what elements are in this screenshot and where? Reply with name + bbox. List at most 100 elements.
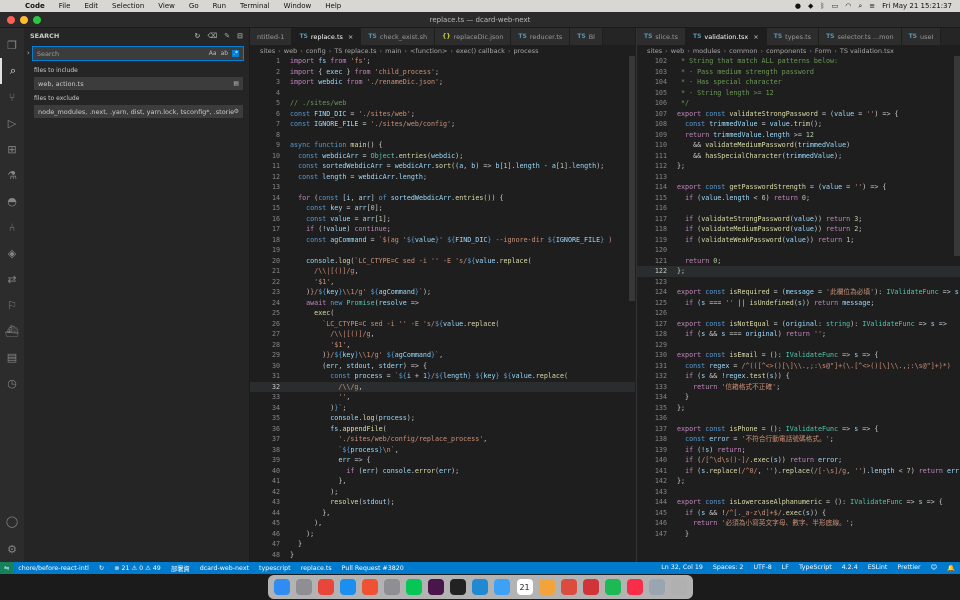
breadcrumb-item[interactable]: sites: [647, 47, 662, 55]
todoist-icon[interactable]: [560, 579, 577, 595]
match-case-icon[interactable]: Aa: [209, 50, 217, 57]
minimize-window-button[interactable]: [20, 16, 28, 24]
eslint-status[interactable]: ESLint: [863, 564, 893, 572]
left-tab[interactable]: TS reducer.ts: [511, 28, 571, 45]
gitlens-icon[interactable]: ◈: [0, 240, 24, 266]
photos-icon[interactable]: [538, 579, 555, 595]
right-tab[interactable]: TS slice.ts: [637, 28, 686, 45]
breadcrumb-item[interactable]: web: [284, 47, 297, 55]
wifi-icon[interactable]: ◠: [845, 2, 851, 10]
calendar-icon[interactable]: 21: [516, 579, 533, 595]
code-editor-right[interactable]: 102 * String that match ALL patterns bel…: [637, 56, 960, 562]
regex-icon[interactable]: .*: [232, 50, 239, 57]
open-editors-only-icon[interactable]: ▤: [233, 80, 239, 87]
run-debug-icon[interactable]: ▷: [0, 110, 24, 136]
code-editor-left[interactable]: 1 import fs from 'fs'; 2 import { exec } fr…: [250, 56, 635, 562]
battery-icon[interactable]: ▭: [832, 2, 839, 10]
ts-version[interactable]: 4.2.4: [837, 564, 863, 572]
notes-icon[interactable]: [384, 579, 401, 595]
sync-icon[interactable]: ↻: [94, 565, 109, 572]
menu-help[interactable]: Help: [318, 2, 348, 10]
match-word-icon[interactable]: ab: [221, 50, 229, 57]
remote-icon[interactable]: ◓: [0, 188, 24, 214]
deploy-status[interactable]: 部署資: [166, 564, 195, 573]
breadcrumb-item[interactable]: TS validation.tsx: [840, 47, 894, 55]
close-window-button[interactable]: [7, 16, 15, 24]
project-name[interactable]: dcard-web-next: [195, 565, 254, 572]
breadcrumb-item[interactable]: config: [306, 47, 326, 55]
left-tab[interactable]: {} replaceDic.json: [435, 28, 512, 45]
vscode-icon[interactable]: [472, 579, 489, 595]
right-tab[interactable]: TS validation.tsx ×: [686, 28, 767, 45]
files-include-input[interactable]: web, action.ts ▤: [34, 77, 243, 90]
account-icon[interactable]: ◯: [0, 508, 24, 534]
problems-indicator[interactable]: ⊗ 21 ⚠ 0 ⚠ 49: [109, 565, 166, 572]
clear-results-icon[interactable]: ⌫: [207, 32, 217, 40]
prettier-status[interactable]: Prettier: [892, 564, 925, 572]
menu-run[interactable]: Run: [206, 2, 233, 10]
finder2-icon[interactable]: [494, 579, 511, 595]
trash-icon[interactable]: [670, 579, 687, 595]
right-tab[interactable]: TS selector.ts ...mon: [819, 28, 902, 45]
breadcrumb-item[interactable]: <function>: [410, 47, 447, 55]
dropbox-icon[interactable]: ◆: [808, 2, 813, 10]
scrollbar-right[interactable]: [954, 56, 960, 256]
menu-terminal[interactable]: Terminal: [233, 2, 277, 10]
git-graph-icon[interactable]: ⑃: [0, 214, 24, 240]
use-exclude-settings-icon[interactable]: ⚙: [234, 108, 239, 115]
menu-go[interactable]: Go: [182, 2, 206, 10]
language-service[interactable]: typescript: [254, 565, 296, 572]
breadcrumb-item[interactable]: common: [729, 47, 757, 55]
menu-selection[interactable]: Selection: [105, 2, 151, 10]
menu-file[interactable]: File: [52, 2, 78, 10]
right-tab[interactable]: TS types.ts: [766, 28, 820, 45]
bookmarks-icon[interactable]: ⚐: [0, 292, 24, 318]
breadcrumb-item[interactable]: process: [514, 47, 539, 55]
menu-edit[interactable]: Edit: [77, 2, 105, 10]
safari-icon[interactable]: [340, 579, 357, 595]
cursor-position[interactable]: Ln 32, Col 19: [656, 564, 708, 572]
left-tab[interactable]: TS check_exist.sh: [361, 28, 436, 45]
menu-window[interactable]: Window: [277, 2, 319, 10]
screen-record-icon[interactable]: ●: [795, 2, 801, 10]
music-icon[interactable]: [626, 579, 643, 595]
search-view-icon[interactable]: ⌕: [0, 58, 24, 84]
live-share-icon[interactable]: ⇄: [0, 266, 24, 292]
left-tab[interactable]: TS Bl: [570, 28, 603, 45]
line-icon[interactable]: [406, 579, 423, 595]
clock[interactable]: Fri May 21 15:21:37: [882, 2, 952, 10]
chrome-icon[interactable]: [318, 579, 335, 595]
indentation[interactable]: Spaces: 2: [708, 564, 749, 572]
toggle-replace-chevron-icon[interactable]: ›: [27, 49, 30, 57]
git-icon[interactable]: [362, 579, 379, 595]
extensions-icon[interactable]: ⊞: [0, 136, 24, 162]
explorer-icon[interactable]: ❐: [0, 32, 24, 58]
breadcrumb-item[interactable]: sites: [260, 47, 275, 55]
encoding[interactable]: UTF-8: [748, 564, 776, 572]
settings-gear-icon[interactable]: ⚙: [0, 536, 24, 562]
breadcrumb-item[interactable]: modules: [693, 47, 721, 55]
menu-app-name[interactable]: Code: [18, 2, 52, 10]
feedback-icon[interactable]: ☺: [926, 564, 943, 572]
notifications-icon[interactable]: 🔔: [942, 564, 960, 572]
breadcrumb-item[interactable]: exec() callback: [456, 47, 505, 55]
git-branch[interactable]: chore/before-react-intl: [13, 565, 94, 572]
preview-icon[interactable]: [648, 579, 665, 595]
finder-icon[interactable]: [274, 579, 291, 595]
breadcrumb-item[interactable]: web: [671, 47, 684, 55]
pull-request[interactable]: Pull Request #3820: [337, 565, 409, 572]
source-control-icon[interactable]: ⑂: [0, 84, 24, 110]
office-icon[interactable]: [582, 579, 599, 595]
search-input[interactable]: Search Aa ab .*: [31, 46, 245, 61]
spotify-icon[interactable]: [604, 579, 621, 595]
bluetooth-icon[interactable]: ᛒ: [820, 2, 824, 10]
breadcrumb-item[interactable]: TS replace.ts: [334, 47, 376, 55]
left-tab[interactable]: TS replace.ts ×: [292, 28, 362, 45]
refresh-icon[interactable]: ↻: [194, 32, 200, 40]
breadcrumb-item[interactable]: components: [766, 47, 806, 55]
right-tab[interactable]: TS useI: [901, 28, 942, 45]
language-mode[interactable]: TypeScript: [794, 564, 837, 572]
remote-indicator-icon[interactable]: ⇋: [0, 562, 14, 574]
docker-icon[interactable]: ⛴: [0, 318, 24, 344]
timeline-icon[interactable]: ◷: [0, 370, 24, 396]
